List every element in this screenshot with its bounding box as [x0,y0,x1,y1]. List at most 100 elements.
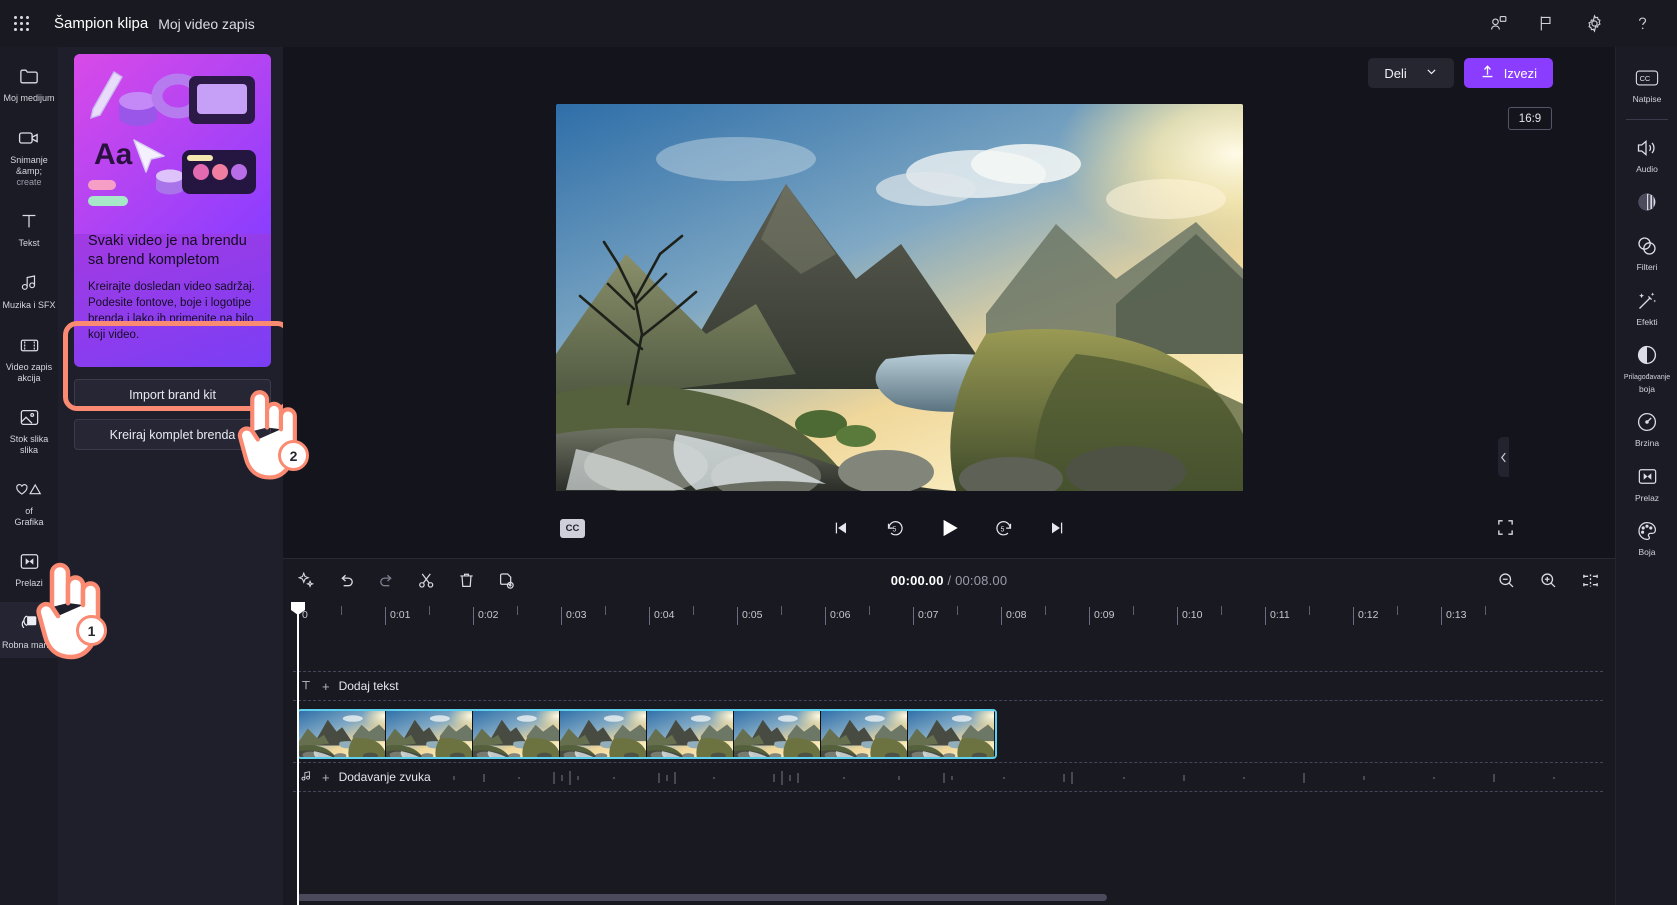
clipchamp-editor-window: Šampion klipa Moj video zapis [0,0,1677,905]
rail-item-captions[interactable]: CC Natpise [1616,57,1677,112]
sidebar-item-label-line1: of [25,506,33,516]
grid-apps-icon[interactable] [8,10,36,38]
transition-icon [1636,465,1659,489]
video-camera-icon [17,125,41,151]
rail-item-speed[interactable]: Brzina [1616,401,1677,456]
ruler-tick-minor [781,606,782,615]
sidebar-item-my-media[interactable]: Moj medijum [0,55,58,111]
speaker-audio-icon [1635,136,1659,160]
ruler-tick-minor [1485,606,1486,615]
rail-item-color-adjustment[interactable]: Prilagođavanje boja [1616,334,1677,401]
music-note-icon [18,270,40,296]
clip-thumbnail [560,711,647,757]
half-circle-adjust-icon [1635,343,1659,367]
ruler-tick-minor [957,606,958,615]
add-text-track-row[interactable]: + Dodaj tekst [293,671,1603,701]
ruler-label: 0:05 [742,609,762,621]
ruler-tick-minor [341,606,342,615]
rail-item-label: Audio [1617,164,1677,175]
sidebar-item-brand[interactable]: Robna marka [0,602,58,658]
closed-caption-icon: CC [1635,66,1659,90]
right-properties-rail: CC Natpise Audio [1615,47,1677,905]
rail-item-transition[interactable]: Prelaz [1616,456,1677,511]
collapse-panel-button[interactable] [1498,437,1509,477]
upload-arrow-icon [1480,64,1495,82]
ruler-tick-minor [605,606,606,615]
sidebar-item-music-sfx[interactable]: Muzika i SFX [0,262,58,318]
sidebar-item-text[interactable]: Tekst [0,200,58,256]
rail-item-label-line2: boja [1639,384,1655,394]
fullscreen-icon[interactable] [1496,518,1518,540]
sidebar-item-label: Muzika i SFX [0,300,58,311]
gear-settings-icon[interactable] [1581,11,1607,37]
ruler-tick-minor [1133,606,1134,615]
promo-text-block: Svaki video je na brendu sa brend komple… [74,232,271,343]
video-preview[interactable] [556,104,1243,491]
skip-end-icon[interactable] [1043,514,1071,542]
stage-actions: Deli Izvezi [1368,58,1553,88]
rail-item-fade[interactable] [1616,181,1677,225]
timecode-display: 00:00.00 / 00:08.00 [891,573,1008,588]
rail-item-label: Efekti [1617,317,1677,328]
brand-kit-illustration: Aa [74,54,271,234]
video-clip[interactable] [297,709,997,759]
skip-start-icon[interactable] [827,514,855,542]
ruler-tick-minor [429,606,430,615]
share-people-icon[interactable] [1485,11,1511,37]
playhead[interactable] [297,604,299,905]
plus-icon: + [322,770,330,785]
sidebar-item-video-actions[interactable]: Video zapis akcija [0,324,58,390]
image-photo-icon [18,404,41,430]
forward-5-icon[interactable]: 5 [989,514,1017,542]
play-button[interactable] [935,514,963,542]
sparkle-icon[interactable] [295,569,317,591]
timeline-edit-tools [295,569,517,591]
rail-item-effects[interactable]: Efekti [1616,280,1677,335]
ruler-label: 0:08 [1006,609,1026,621]
share-button[interactable]: Deli [1368,58,1453,88]
timeline-horizontal-scrollbar[interactable] [297,894,1107,901]
ruler-tick-major [1441,607,1442,625]
sidebar-item-label-line2: create [16,177,41,187]
page-title: Šampion klipa [54,15,148,32]
captions-toggle-button[interactable]: CC [560,519,585,538]
flag-feedback-icon[interactable] [1533,11,1559,37]
redo-arrow-icon[interactable] [375,569,397,591]
rail-item-color[interactable]: Boja [1616,510,1677,565]
rail-item-filters[interactable]: Filteri [1616,225,1677,280]
preview-stage: Deli Izvezi 16:9 [283,47,1615,557]
current-time: 00:00.00 [891,573,944,588]
sidebar-item-graphics[interactable]: of Grafika [0,468,58,534]
time-separator: / [944,573,955,588]
rewind-5-icon[interactable]: 5 [881,514,909,542]
undo-arrow-icon[interactable] [335,569,357,591]
ruler-tick-major [1265,607,1266,625]
export-button[interactable]: Izvezi [1464,58,1553,88]
fit-to-screen-icon[interactable] [1579,569,1601,591]
duplicate-icon[interactable] [495,569,517,591]
ruler-tick-major [1353,607,1354,625]
sidebar-item-transitions[interactable]: Prelazi [0,540,58,596]
zoom-in-icon[interactable] [1537,569,1559,591]
timeline-ruler[interactable]: 00:010:020:030:040:050:060:070:080:090:1… [283,604,1615,628]
zoom-out-icon[interactable] [1495,569,1517,591]
folder-icon [18,63,41,89]
contrast-fade-icon [1635,190,1659,214]
ruler-tick-major [561,607,562,625]
rail-item-label: Brzina [1617,438,1677,449]
create-brand-kit-button[interactable]: Kreiraj komplet brenda [74,419,271,450]
ruler-label: 0:07 [918,609,938,621]
playback-bar: CC 5 [283,509,1615,553]
sidebar-item-label: Prelazi [0,578,58,589]
add-audio-track-row[interactable]: + Dodavanje zvuka [293,762,1603,792]
export-button-label: Izvezi [1504,66,1537,81]
scissors-icon[interactable] [415,569,437,591]
aspect-ratio-badge[interactable]: 16:9 [1508,107,1552,130]
help-icon[interactable] [1629,11,1655,37]
sidebar-item-stock-images[interactable]: Stok slika slika [0,396,58,462]
rail-item-audio[interactable]: Audio [1616,127,1677,182]
sidebar-item-record-create[interactable]: Snimanje &amp; create [0,117,58,194]
rail-item-label: Boja [1617,547,1677,558]
import-brand-kit-button[interactable]: Import brand kit [74,379,271,410]
trash-icon[interactable] [455,569,477,591]
